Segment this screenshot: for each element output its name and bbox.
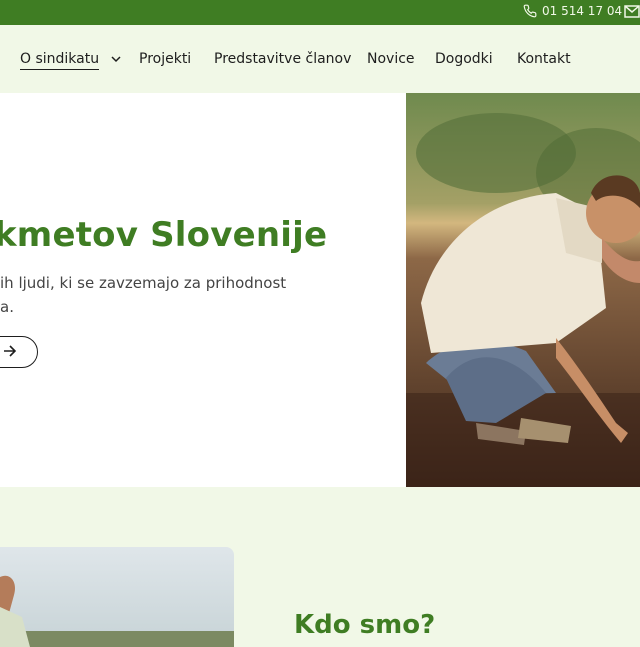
nav-item-o-sindikatu[interactable]: O sindikatu [20, 51, 121, 70]
hero-subtitle-line-1: ih ljudi, ki se zavzemajo za prihodnost [0, 274, 287, 292]
top-bar: 01 514 17 04 [0, 0, 640, 25]
phone-icon [523, 4, 537, 18]
chevron-down-icon [111, 55, 121, 62]
nav-item-label: Dogodki [435, 51, 493, 67]
hero-image-farmer [406, 93, 640, 487]
nav-item-kontakt[interactable]: Kontakt [517, 51, 571, 67]
about-section: Kdo smo? [0, 487, 640, 647]
nav-item-label: Predstavitve članov [214, 51, 352, 67]
hero-subtitle-line-2: a. [0, 298, 14, 316]
mail-icon[interactable] [624, 5, 640, 18]
about-heading: Kdo smo? [294, 610, 436, 640]
about-image [0, 547, 234, 647]
main-nav: O sindikatu Projekti Predstavitve članov… [0, 25, 640, 93]
nav-item-projekti[interactable]: Projekti [139, 51, 191, 67]
nav-item-label: Novice [367, 51, 415, 67]
hero-subtitle: ih ljudi, ki se zavzemajo za prihodnost … [0, 271, 300, 319]
nav-item-novice[interactable]: Novice [367, 51, 415, 67]
nav-item-dogodki[interactable]: Dogodki [435, 51, 493, 67]
hero-title: kmetov Slovenije [0, 215, 328, 255]
hero-section: kmetov Slovenije ih ljudi, ki se zavzema… [0, 93, 406, 487]
nav-item-label: Kontakt [517, 51, 571, 67]
nav-item-label: O sindikatu [20, 51, 100, 70]
arrow-right-icon [4, 345, 17, 357]
hero-cta-button[interactable] [0, 336, 38, 368]
nav-item-predstavitve-clanov[interactable]: Predstavitve članov [214, 51, 351, 67]
phone-link[interactable]: 01 514 17 04 [523, 4, 622, 18]
phone-number: 01 514 17 04 [542, 4, 623, 18]
nav-item-label: Projekti [139, 51, 192, 67]
